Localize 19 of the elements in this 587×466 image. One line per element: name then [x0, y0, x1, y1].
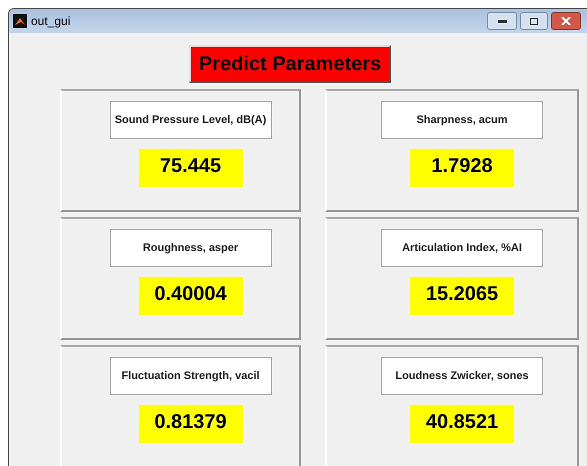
- window-title: out_gui: [31, 13, 70, 30]
- parameter-value: 0.40004: [138, 277, 242, 315]
- parameter-value: 15.2065: [410, 277, 514, 315]
- parameter-label: Loudness Zwicker, sones: [381, 357, 543, 395]
- app-logo-icon: [13, 14, 27, 28]
- parameter-label: Sound Pressure Level, dB(A): [110, 101, 272, 139]
- parameter-label: Sharpness, acum: [381, 101, 543, 139]
- parameter-label: Articulation Index, %AI: [381, 229, 543, 267]
- parameter-value: 1.7928: [410, 149, 514, 187]
- parameter-value: 75.445: [138, 149, 242, 187]
- heading-banner: Predict Parameters: [188, 45, 392, 83]
- close-icon: [561, 17, 571, 25]
- minimize-button[interactable]: [487, 12, 517, 30]
- parameter-value: 40.8521: [410, 405, 514, 443]
- restore-button[interactable]: [520, 12, 548, 30]
- parameter-value: 0.81379: [138, 405, 242, 443]
- parameter-label: Roughness, asper: [110, 229, 272, 267]
- parameter-label: Fluctuation Strength, vacil: [110, 357, 272, 395]
- close-button[interactable]: [551, 12, 581, 30]
